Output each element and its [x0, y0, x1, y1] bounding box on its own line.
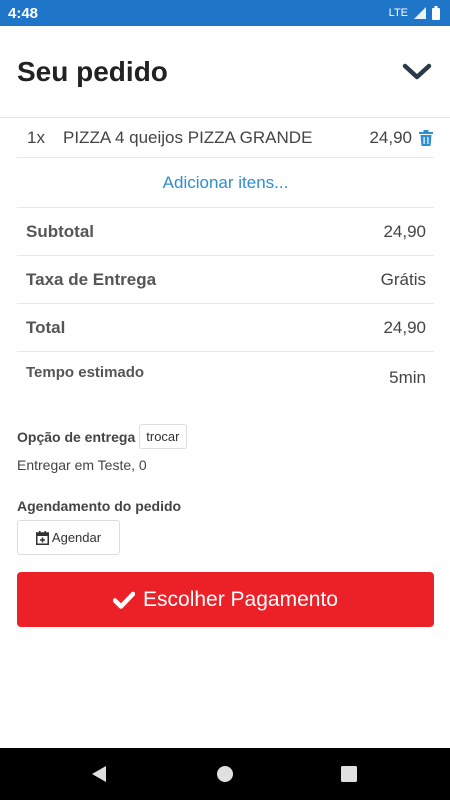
eta-label: Tempo estimado	[26, 364, 145, 381]
status-time: 4:48	[8, 4, 39, 22]
chevron-down-icon	[402, 63, 432, 79]
status-icons: LTE	[389, 6, 440, 20]
choose-payment-label: Escolher Pagamento	[143, 587, 338, 611]
network-type: LTE	[388, 7, 408, 19]
android-nav-bar	[0, 748, 450, 800]
item-price: 24,90	[369, 127, 412, 147]
order-header: Seu pedido	[0, 26, 450, 118]
scheduling-label: Agendamento do pedido	[17, 498, 182, 514]
item-name: PIZZA 4 queijos PIZZA GRANDE	[63, 127, 313, 147]
delivery-fee-label: Taxa de Entrega	[26, 269, 157, 289]
total-label: Total	[26, 317, 66, 337]
eta-row: Tempo estimado 5min	[17, 352, 434, 402]
choose-payment-button[interactable]: Escolher Pagamento	[17, 572, 434, 627]
change-delivery-button[interactable]: trocar	[139, 424, 187, 449]
add-items-link[interactable]: Adicionar itens...	[17, 158, 434, 208]
back-icon[interactable]	[91, 765, 107, 783]
schedule-button-label: Agendar	[51, 530, 102, 545]
cart-item-row: 1x PIZZA 4 queijos PIZZA GRANDE 24,90	[17, 118, 434, 158]
delete-item-button[interactable]	[418, 129, 434, 147]
total-row: Total 24,90	[17, 304, 434, 352]
check-icon	[113, 591, 136, 609]
calendar-plus-icon	[35, 530, 49, 545]
delivery-option-label: Opção de entrega	[17, 428, 136, 445]
recents-icon[interactable]	[341, 766, 357, 782]
trash-icon	[419, 129, 433, 146]
eta-value: 5min	[389, 368, 426, 387]
subtotal-value: 24,90	[383, 221, 426, 241]
schedule-button[interactable]: Agendar	[17, 520, 120, 555]
delivery-address: Entregar em Teste, 0	[17, 457, 147, 473]
page-title: Seu pedido	[17, 55, 168, 87]
total-value: 24,90	[383, 317, 426, 337]
subtotal-row: Subtotal 24,90	[17, 208, 434, 256]
collapse-button[interactable]	[400, 55, 434, 89]
signal-icon	[414, 7, 426, 19]
item-quantity: 1x	[27, 127, 45, 147]
order-summary: Subtotal 24,90 Taxa de Entrega Grátis To…	[17, 208, 434, 402]
delivery-option: Opção de entrega trocar	[17, 424, 187, 449]
subtotal-label: Subtotal	[26, 221, 94, 241]
home-icon[interactable]	[216, 765, 234, 783]
status-bar: 4:48 LTE	[0, 0, 450, 26]
delivery-fee-value: Grátis	[380, 269, 426, 289]
delivery-fee-row: Taxa de Entrega Grátis	[17, 256, 434, 304]
battery-icon	[432, 6, 440, 20]
